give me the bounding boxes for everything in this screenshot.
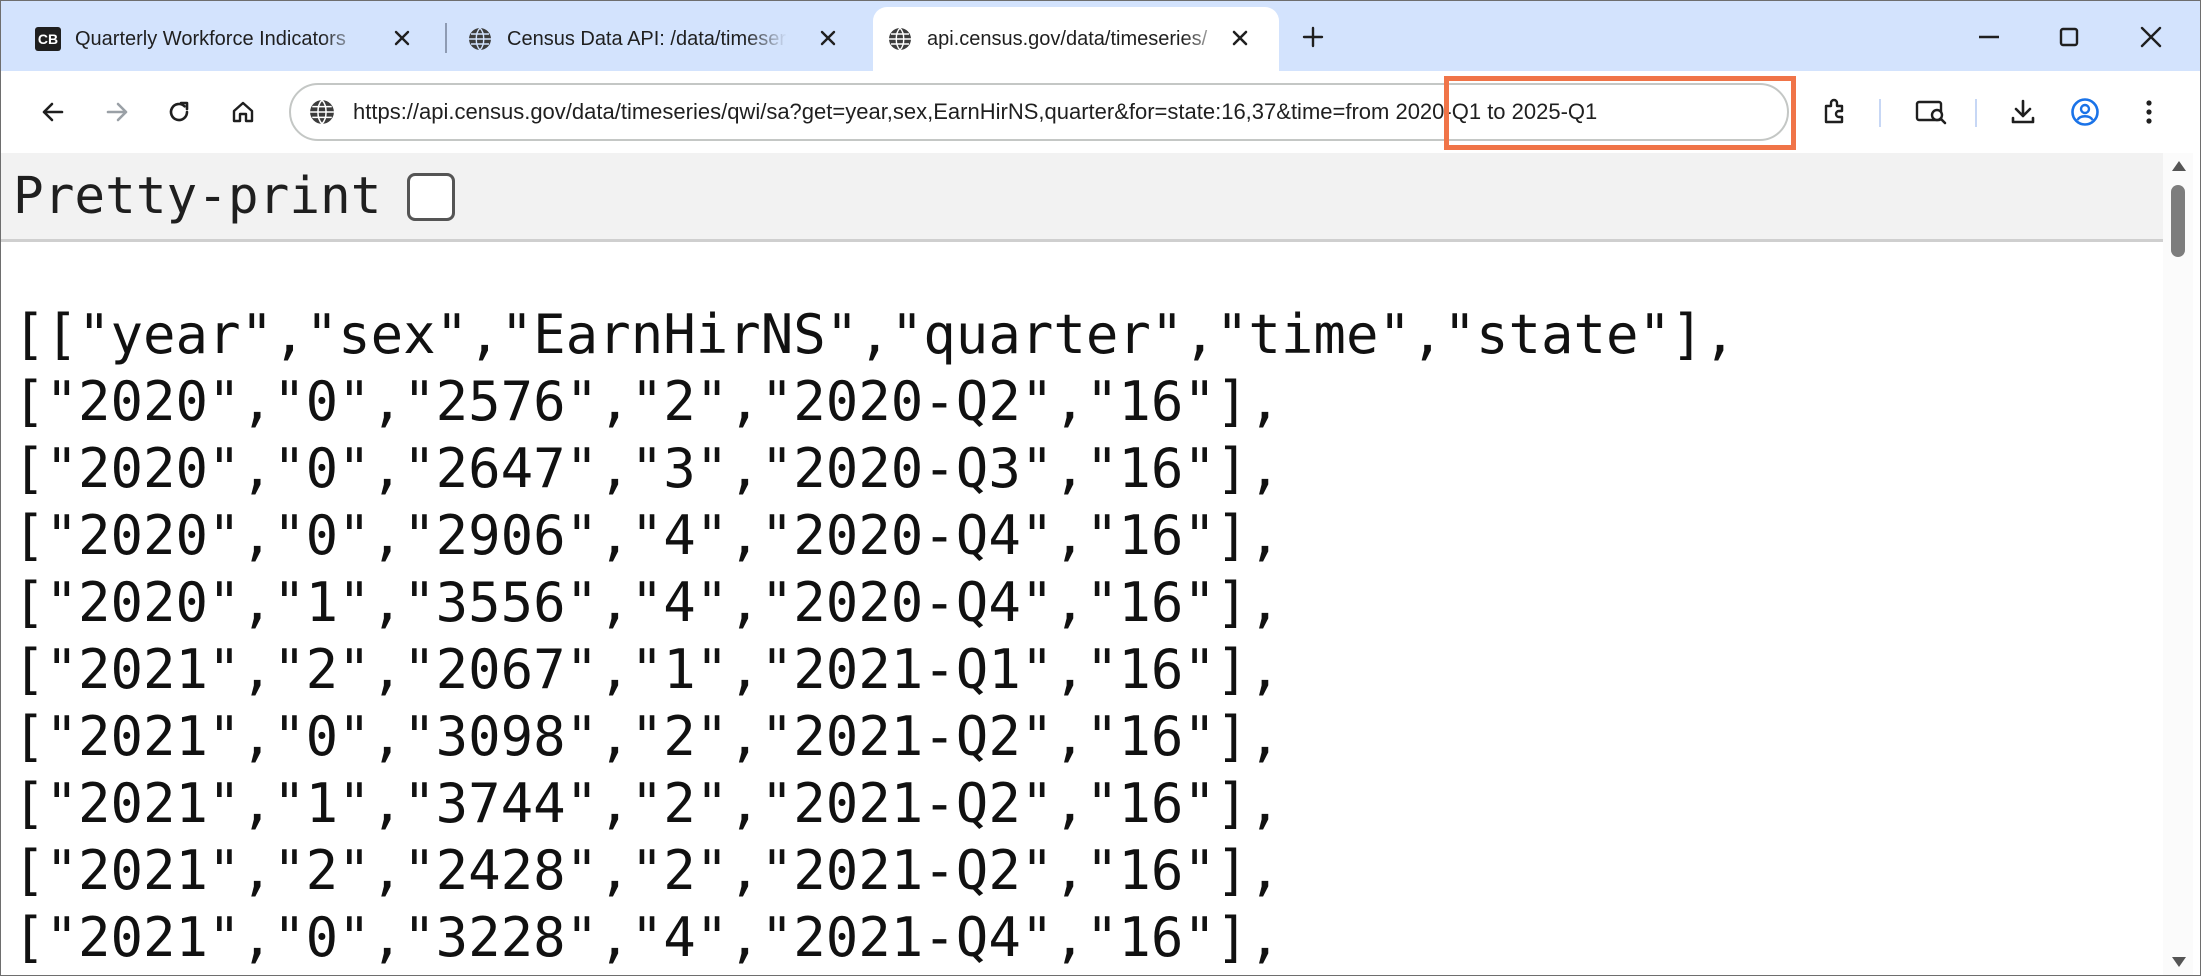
- json-data-row: ["2020","0","2576","2","2020-Q2","16"],: [13, 370, 1281, 433]
- scroll-up-arrow-icon[interactable]: [2172, 161, 2186, 171]
- json-header-row: [["year","sex","EarnHirNS","quarter","ti…: [13, 303, 1737, 366]
- tab-api-active[interactable]: api.census.gov/data/timeseries/: [873, 7, 1279, 71]
- scroll-down-arrow-icon[interactable]: [2172, 957, 2186, 967]
- tab-strip: CB Quarterly Workforce Indicators Census…: [1, 1, 2200, 71]
- site-info-icon[interactable]: [309, 99, 335, 125]
- reload-button[interactable]: [159, 92, 199, 132]
- back-button[interactable]: [33, 92, 73, 132]
- pretty-print-label: Pretty-print: [13, 167, 382, 226]
- search-tabs-icon[interactable]: [1911, 92, 1951, 132]
- extensions-icon[interactable]: [1815, 92, 1855, 132]
- json-data-row: ["2021","1","3744","2","2021-Q2","16"],: [13, 772, 1281, 835]
- json-data-row: ["2020","0","2647","3","2020-Q3","16"],: [13, 437, 1281, 500]
- json-data-row: ["2021","0","3228","4","2021-Q4","16"],: [13, 906, 1281, 969]
- tab-label: Census Data API: /data/timeseries: [507, 27, 787, 50]
- new-tab-button[interactable]: [1295, 19, 1331, 55]
- scrollbar-thumb[interactable]: [2171, 185, 2185, 257]
- url-text[interactable]: https://api.census.gov/data/timeseries/q…: [353, 99, 1597, 125]
- close-window-button[interactable]: [2121, 15, 2181, 59]
- forward-button[interactable]: [97, 92, 137, 132]
- home-button[interactable]: [223, 92, 263, 132]
- menu-kebab-icon[interactable]: [2129, 92, 2169, 132]
- close-icon[interactable]: [389, 25, 415, 51]
- json-data-row: ["2020","1","3556","4","2020-Q4","16"],: [13, 571, 1281, 634]
- pretty-print-bar: Pretty-print: [1, 153, 2163, 242]
- browser-window: CB Quarterly Workforce Indicators Census…: [0, 0, 2201, 976]
- tab-label: api.census.gov/data/timeseries/: [927, 27, 1208, 50]
- download-icon[interactable]: [2003, 92, 2043, 132]
- close-icon[interactable]: [1227, 25, 1253, 51]
- minimize-button[interactable]: [1959, 15, 2019, 59]
- json-data-row: ["2021","2","2428","2","2021-Q2","16"],: [13, 839, 1281, 902]
- json-data-row: ["2021","0","3098","2","2021-Q2","16"],: [13, 705, 1281, 768]
- cb-logo-icon: CB: [35, 26, 61, 52]
- tab-qwi[interactable]: CB Quarterly Workforce Indicators: [1, 7, 441, 71]
- globe-icon: [467, 26, 493, 52]
- tab-label: Quarterly Workforce Indicators: [75, 27, 346, 50]
- browser-toolbar: https://api.census.gov/data/timeseries/q…: [1, 71, 2200, 153]
- toolbar-separator: [1975, 99, 1977, 127]
- page-content: Pretty-print [["year","sex","EarnHirNS",…: [1, 153, 2200, 975]
- json-data-row: ["2021","2","2067","1","2021-Q1","16"],: [13, 638, 1281, 701]
- json-response: [["year","sex","EarnHirNS","quarter","ti…: [13, 301, 1736, 971]
- tab-census-api[interactable]: Census Data API: /data/timeseries: [447, 7, 867, 71]
- vertical-scrollbar[interactable]: [2163, 153, 2193, 975]
- close-icon[interactable]: [815, 25, 841, 51]
- maximize-button[interactable]: [2039, 15, 2099, 59]
- url-highlight-annotation: [1444, 76, 1796, 150]
- pretty-print-checkbox[interactable]: [407, 173, 455, 221]
- profile-icon[interactable]: [2065, 92, 2105, 132]
- json-data-row: ["2020","0","2906","4","2020-Q4","16"],: [13, 504, 1281, 567]
- toolbar-separator: [1879, 99, 1881, 127]
- globe-icon: [887, 26, 913, 52]
